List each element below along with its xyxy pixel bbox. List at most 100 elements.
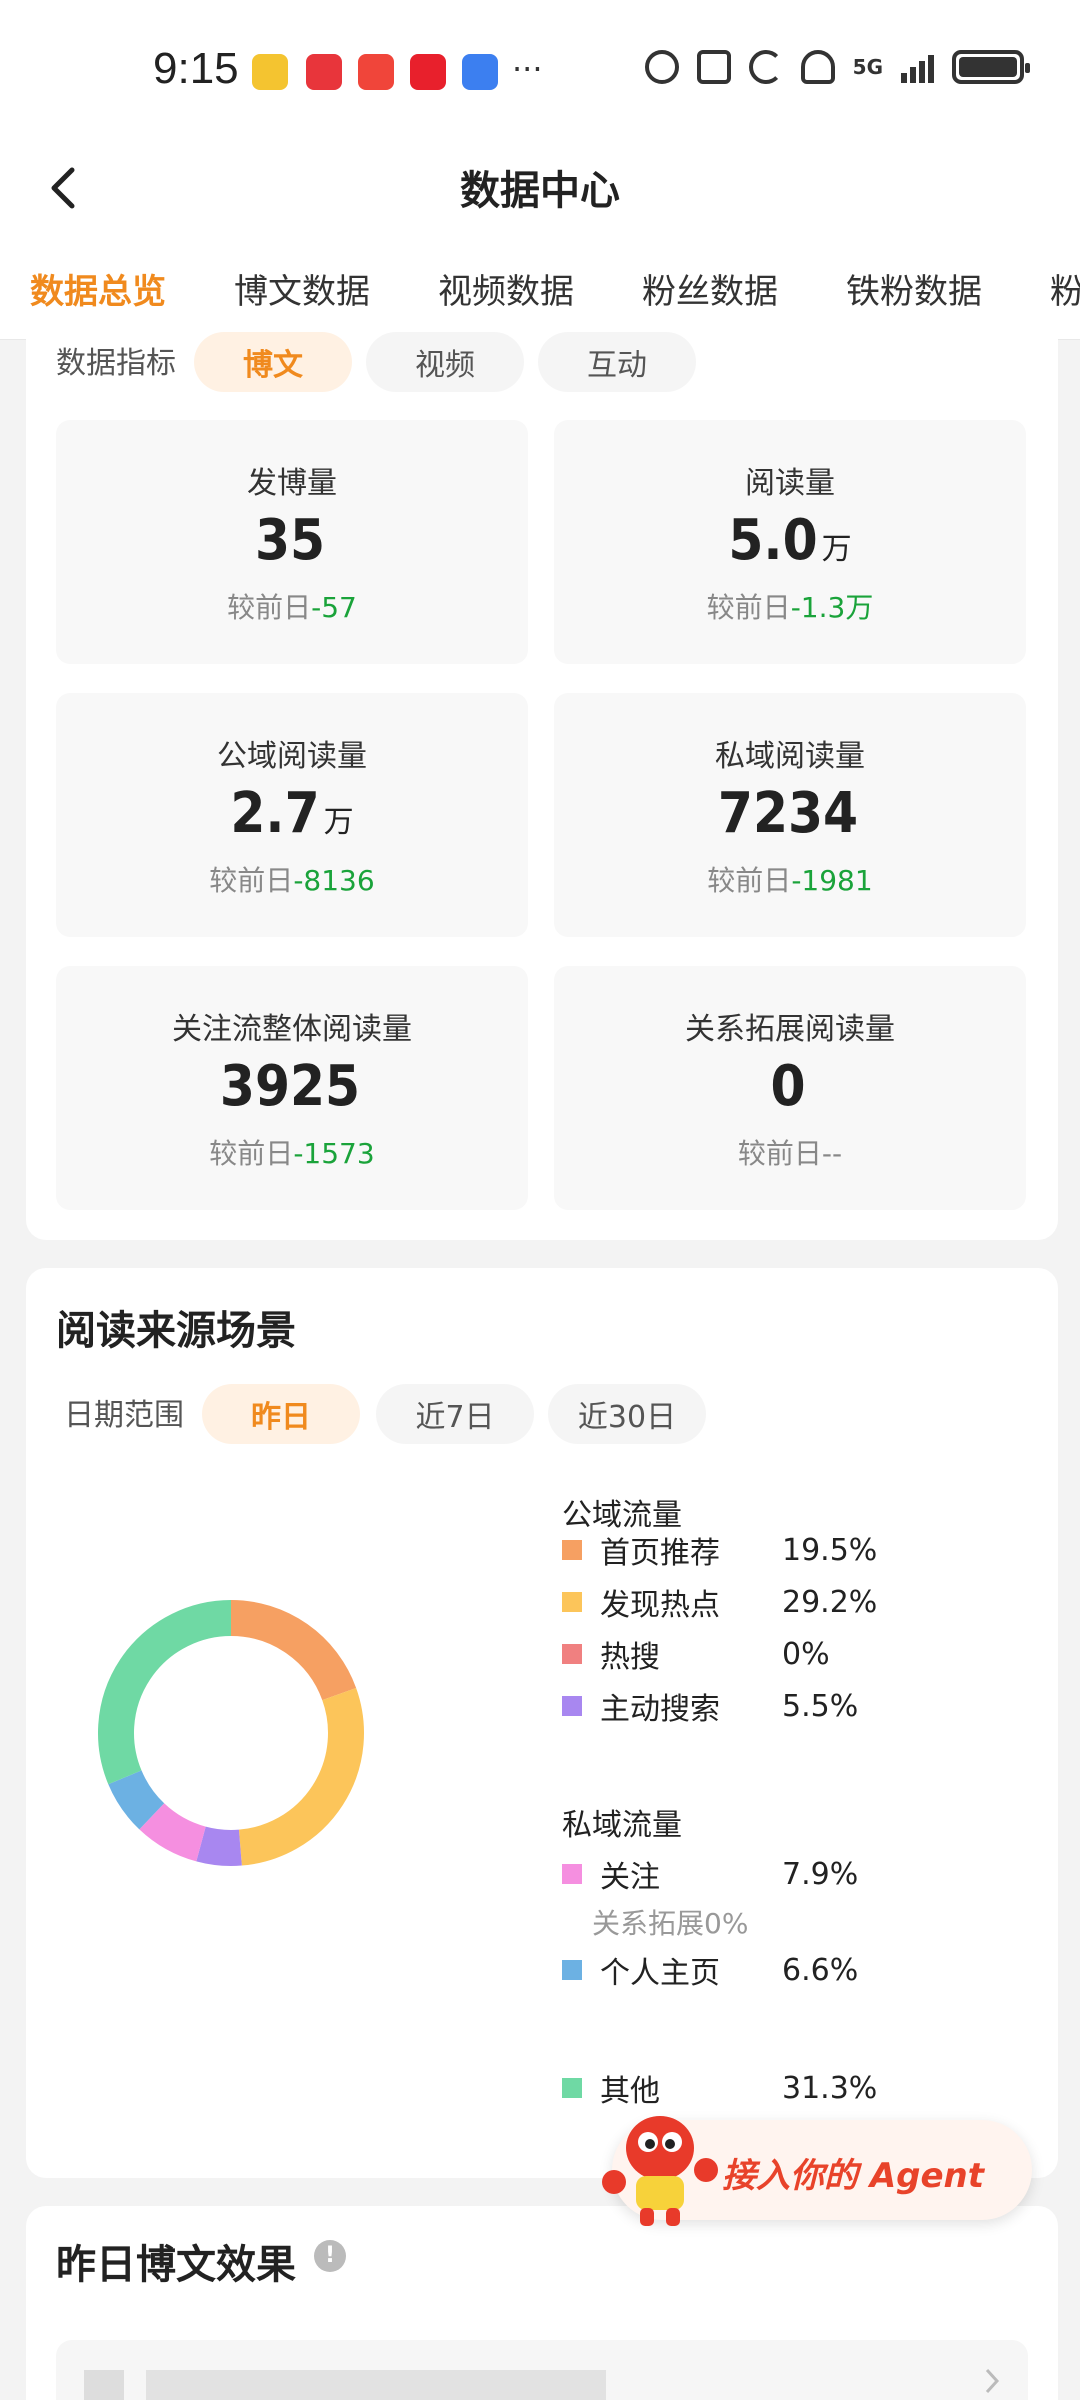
chip-posts[interactable]: 博文 (194, 332, 352, 392)
nfc-icon (696, 50, 731, 84)
tab-iron-fans-data[interactable]: 铁粉数据 (846, 264, 982, 313)
relation-expand-note: 关系拓展0% (592, 1907, 749, 1940)
legend-follow: 关注 7.9% (562, 1852, 858, 1896)
shopping-app-icon (410, 54, 446, 90)
tab-video-data[interactable]: 视频数据 (438, 264, 574, 313)
chip-30-days[interactable]: 近30日 (548, 1384, 706, 1444)
legend-hot-search: 热搜 0% (562, 1632, 830, 1676)
legend-name: 发现热点 (600, 1588, 720, 1623)
chip-interaction[interactable]: 互动 (538, 332, 696, 392)
tab-overview[interactable]: 数据总览 (30, 264, 166, 313)
status-icons: 5G (644, 50, 1030, 84)
legend-swatch (562, 1696, 582, 1716)
status-time: 9:15 (153, 44, 239, 93)
chevron-right-icon (985, 2368, 1000, 2394)
legend-name: 主动搜索 (600, 1692, 720, 1727)
battery-level (959, 57, 1017, 77)
metric-label: 发博量 (247, 466, 337, 501)
donut-slice-4 (139, 1802, 207, 1862)
metric-value: 0 (770, 1054, 806, 1119)
legend-active-search: 主动搜索 5.5% (562, 1684, 858, 1728)
metric-relation-expand-read[interactable]: 关系拓展阅读量 0 较前日-- (554, 966, 1026, 1210)
moon-icon (748, 50, 783, 84)
metric-post-count[interactable]: 发博量 35 较前日-57 (56, 420, 528, 664)
status-bar: 9:15 ··· 5G (0, 0, 1080, 140)
transfer-app-icon (462, 54, 498, 90)
legend-name: 热搜 (600, 1640, 660, 1675)
post-list-item[interactable] (56, 2340, 1028, 2400)
metric-label: 关注流整体阅读量 (172, 1012, 412, 1047)
donut-slice-6 (98, 1600, 232, 1785)
battery-icon (952, 50, 1030, 84)
post-preview-blurred (146, 2370, 606, 2400)
donut-slice-5 (108, 1769, 165, 1830)
chip-yesterday[interactable]: 昨日 (202, 1384, 360, 1444)
xiaohongshu-app-icon (306, 54, 342, 90)
metric-value: 5.0 万 (728, 508, 852, 573)
legend-swatch (562, 1864, 582, 1884)
metrics-card: 数据指标 博文 视频 互动 发博量 35 较前日-57 阅读量 5.0 万 较前日… (26, 320, 1058, 1240)
legend-personal-homepage: 个人主页 6.6% (562, 1948, 858, 1992)
read-source-card: 阅读来源场景 日期范围 昨日 近7日 近30日 公域流量 私域流量 关系拓展0%… (26, 1268, 1058, 2178)
legend-swatch (562, 1592, 582, 1612)
tab-more[interactable]: 粉 (1050, 264, 1080, 313)
yesterday-title: 昨日博文效果 (56, 2242, 296, 2288)
metric-read-count[interactable]: 阅读量 5.0 万 较前日-1.3万 (554, 420, 1026, 664)
indicator-label: 数据指标 (56, 346, 176, 381)
legend-discover-hot: 发现热点 29.2% (562, 1580, 877, 1624)
more-notifications-icon: ··· (512, 50, 543, 88)
legend-percent: 5.5% (782, 1688, 859, 1724)
legend-percent: 0% (782, 1636, 830, 1672)
metric-label: 公域阅读量 (217, 739, 367, 774)
metric-private-read[interactable]: 私域阅读量 7234 较前日-1981 (554, 693, 1026, 937)
metric-follow-feed-read[interactable]: 关注流整体阅读量 3925 较前日-1573 (56, 966, 528, 1210)
metric-value: 2.7 万 (230, 781, 354, 846)
donut-slice-3 (196, 1826, 242, 1866)
legend-percent: 19.5% (782, 1532, 878, 1568)
metric-label: 关系拓展阅读量 (685, 1012, 895, 1047)
metric-value: 35 (254, 508, 326, 573)
legend-name: 首页推荐 (600, 1536, 720, 1571)
agent-label: 接入你的 Agent (722, 2156, 985, 2196)
private-traffic-title: 私域流量 (562, 1808, 682, 1843)
page-title: 数据中心 (460, 168, 620, 214)
network-type: 5G (852, 55, 883, 79)
mute-bell-icon (800, 50, 835, 84)
notification-app-icon (358, 54, 394, 90)
metric-delta: 较前日-1.3万 (706, 591, 874, 624)
donut-slice-1 (238, 1687, 364, 1866)
date-range-label: 日期范围 (64, 1398, 184, 1433)
metric-public-read[interactable]: 公域阅读量 2.7 万 较前日-8136 (56, 693, 528, 937)
mascot-icon (602, 2116, 718, 2226)
legend-percent: 31.3% (782, 2070, 878, 2106)
post-thumb-icon (84, 2370, 124, 2400)
legend-percent: 6.6% (782, 1952, 859, 1988)
legend-swatch (562, 2078, 582, 2098)
metric-label: 私域阅读量 (715, 739, 865, 774)
legend-swatch (562, 1540, 582, 1560)
legend-name: 关注 (600, 1860, 660, 1895)
info-icon[interactable]: ! (314, 2240, 346, 2272)
nav-bar: 数据中心 (0, 140, 1080, 240)
chip-7-days[interactable]: 近7日 (376, 1384, 534, 1444)
read-source-donut-chart (98, 1600, 364, 1866)
legend-homepage-recommend: 首页推荐 19.5% (562, 1528, 877, 1572)
metric-delta: 较前日-1981 (707, 864, 873, 897)
legend-name: 个人主页 (600, 1956, 720, 1991)
metric-value: 7234 (717, 781, 859, 846)
tab-fans-data[interactable]: 粉丝数据 (642, 264, 778, 313)
metric-delta: 较前日-8136 (209, 864, 375, 897)
metric-delta: 较前日-1573 (209, 1137, 375, 1170)
metric-value: 3925 (219, 1054, 361, 1119)
metric-label: 阅读量 (745, 466, 835, 501)
legend-percent: 29.2% (782, 1584, 878, 1620)
legend-percent: 7.9% (782, 1856, 859, 1892)
metric-delta: 较前日-- (737, 1137, 843, 1170)
legend-swatch (562, 1644, 582, 1664)
data-saver-icon (644, 50, 679, 84)
chip-video[interactable]: 视频 (366, 332, 524, 392)
tab-post-data[interactable]: 博文数据 (234, 264, 370, 313)
section-title: 阅读来源场景 (56, 1308, 296, 1354)
weibo-app-icon (252, 54, 288, 90)
signal-icon (901, 51, 934, 83)
